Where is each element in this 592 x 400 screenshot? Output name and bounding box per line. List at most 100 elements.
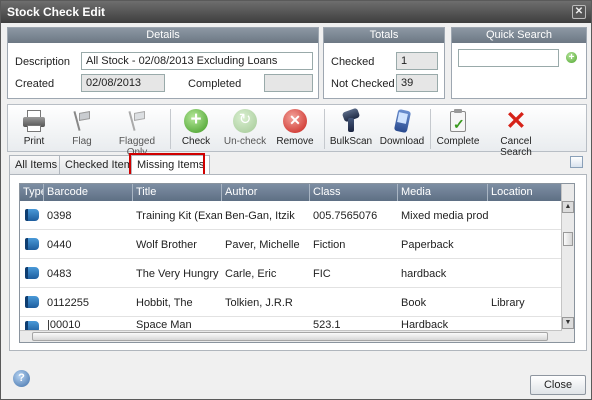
missing-items-grid: Type Barcode Title Author Class Media Lo…	[19, 183, 575, 343]
print-label: Print	[23, 136, 45, 147]
not-checked-count: 39	[396, 74, 438, 92]
uncheck-button[interactable]: ↻ Un-check	[222, 107, 268, 151]
check-button[interactable]: + Check	[174, 107, 218, 151]
window-title: Stock Check Edit	[7, 5, 106, 19]
stock-check-edit-window: Stock Check Edit ✕ Details Description A…	[0, 0, 592, 400]
flag-icon	[70, 109, 94, 133]
checked-count: 1	[396, 52, 438, 70]
cell-barcode: 0398	[47, 210, 72, 222]
vertical-scrollbar[interactable]: ▲ ▼	[561, 184, 574, 342]
flagged-only-icon	[125, 109, 149, 133]
quick-search-panel: Quick Search +	[451, 27, 587, 99]
details-header: Details	[8, 28, 318, 43]
help-icon[interactable]: ?	[13, 370, 30, 387]
cell-class: 005.7565076	[313, 210, 378, 222]
toolbar-separator	[170, 109, 171, 149]
close-button[interactable]: Close	[530, 375, 586, 395]
bulkscan-button[interactable]: BulkScan	[328, 107, 374, 151]
check-label: Check	[181, 136, 211, 147]
column-title[interactable]: Title	[133, 184, 222, 201]
book-icon	[25, 296, 39, 308]
book-icon	[25, 238, 39, 250]
add-search-icon[interactable]: +	[566, 52, 577, 63]
completed-field	[264, 74, 313, 92]
toolbar-separator	[324, 109, 325, 149]
created-field: 02/08/2013	[81, 74, 165, 92]
cell-title: Wolf Brother	[136, 239, 197, 251]
column-class[interactable]: Class	[310, 184, 398, 201]
flag-label: Flag	[72, 136, 92, 147]
table-row[interactable]: 0112255 Hobbit, The Tolkien, J.R.R Book …	[20, 288, 562, 317]
cell-author: Tolkien, J.R.R	[225, 297, 293, 309]
cell-barcode: 0483	[47, 268, 72, 280]
book-icon	[25, 267, 39, 279]
cancel-search-label: Cancel Search	[500, 136, 532, 158]
horizontal-scroll-thumb[interactable]	[32, 332, 548, 341]
close-window-icon[interactable]: ✕	[572, 5, 586, 19]
description-label: Description	[15, 56, 71, 68]
handheld-device-icon	[390, 108, 414, 134]
not-checked-label: Not Checked	[331, 78, 395, 90]
uncheck-label: Un-check	[223, 136, 267, 147]
created-label: Created	[15, 78, 55, 90]
cell-barcode: 0440	[47, 239, 72, 251]
cancel-x-icon: ✕	[505, 107, 527, 135]
scroll-down-icon[interactable]: ▼	[562, 317, 574, 329]
cell-title: The Very Hungry Cate	[136, 268, 222, 280]
cell-media: Mixed media product	[401, 210, 488, 222]
table-row[interactable]: 0440 Wolf Brother Paver, Michelle Fictio…	[20, 230, 562, 259]
download-button[interactable]: Download	[378, 107, 426, 151]
remove-label: Remove	[276, 136, 314, 147]
cell-title: Hobbit, The	[136, 297, 193, 309]
cell-location	[488, 201, 562, 229]
complete-button[interactable]: ✓ Complete	[434, 107, 482, 151]
cell-location	[488, 230, 562, 258]
complete-label: Complete	[436, 136, 480, 147]
quick-search-input[interactable]	[458, 49, 559, 67]
column-barcode[interactable]: Barcode	[44, 184, 133, 201]
grid-header: Type Barcode Title Author Class Media Lo…	[20, 184, 574, 201]
printer-icon	[22, 109, 46, 133]
cell-media: Paperback	[401, 239, 454, 251]
cell-class: FIC	[313, 268, 331, 280]
description-field[interactable]: All Stock - 02/08/2013 Excluding Loans	[81, 52, 313, 70]
quick-search-header: Quick Search	[452, 28, 586, 43]
uncheck-icon: ↻	[233, 109, 257, 133]
vertical-scroll-thumb[interactable]	[563, 232, 573, 246]
cell-media: Book	[401, 297, 427, 309]
print-button[interactable]: Print	[12, 107, 56, 151]
flagged-only-button[interactable]: Flagged Only	[108, 107, 166, 158]
column-author[interactable]: Author	[222, 184, 310, 201]
cancel-search-button[interactable]: ✕ Cancel Search	[486, 107, 546, 159]
tab-all-items[interactable]: All Items	[9, 155, 64, 174]
cell-author: Ben-Gan, Itzik	[225, 210, 295, 222]
scroll-up-icon[interactable]: ▲	[562, 201, 574, 213]
cell-barcode: 0112255	[47, 297, 90, 309]
toolbar: Print Flag Flagged Only + Check ↻ Un-che…	[7, 104, 587, 159]
export-icon[interactable]	[570, 156, 583, 168]
horizontal-scrollbar[interactable]	[20, 330, 562, 342]
cell-title: Training Kit (Exam 70-	[136, 210, 222, 222]
column-type[interactable]: Type	[20, 184, 44, 201]
totals-panel: Totals Checked 1 Not Checked 39	[323, 27, 445, 99]
flag-button[interactable]: Flag	[60, 107, 104, 151]
bulkscan-label: BulkScan	[329, 136, 373, 147]
check-add-icon: +	[184, 109, 208, 133]
table-row[interactable]: 0483 The Very Hungry Cate Carle, Eric FI…	[20, 259, 562, 288]
cell-class: Fiction	[313, 239, 346, 251]
checked-label: Checked	[331, 56, 375, 68]
column-media[interactable]: Media	[398, 184, 488, 201]
title-bar: Stock Check Edit ✕	[1, 1, 591, 23]
table-row[interactable]: 0398 Training Kit (Exam 70- Ben-Gan, Itz…	[20, 201, 562, 230]
cell-class	[310, 288, 398, 316]
clipboard-check-icon: ✓	[446, 109, 470, 133]
book-icon	[25, 209, 39, 221]
remove-icon: ✕	[283, 109, 307, 133]
remove-button[interactable]: ✕ Remove	[272, 107, 318, 151]
barcode-scanner-icon	[339, 107, 363, 133]
toolbar-separator	[430, 109, 431, 149]
cell-author: Paver, Michelle	[225, 239, 300, 251]
totals-header: Totals	[324, 28, 444, 43]
details-panel: Details Description All Stock - 02/08/20…	[7, 27, 319, 99]
completed-label: Completed	[188, 78, 242, 90]
